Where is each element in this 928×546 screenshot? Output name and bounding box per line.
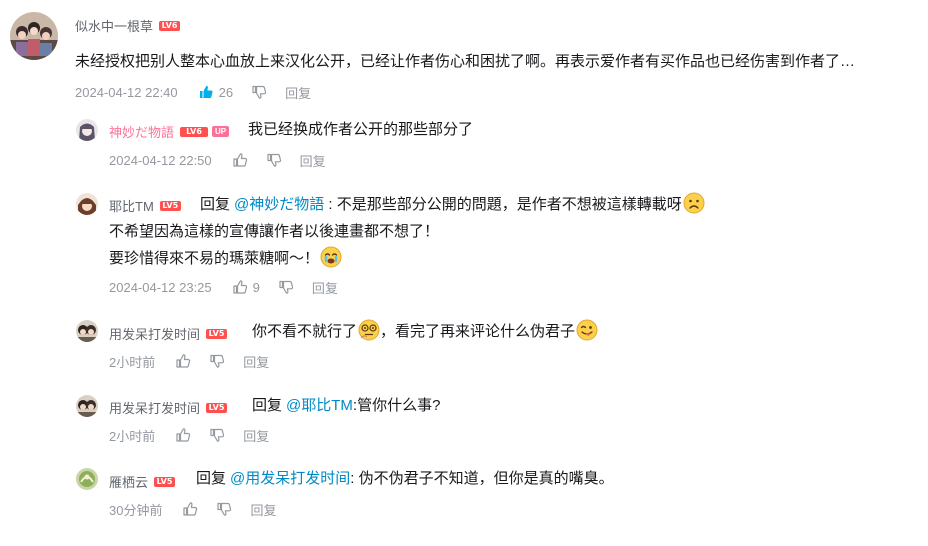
mention-link[interactable]: @神妙だ物語	[234, 196, 324, 213]
like-button[interactable]	[175, 427, 191, 443]
tongue-emoji	[576, 319, 598, 341]
reply-button[interactable]: 回复	[300, 151, 326, 170]
avatar[interactable]	[76, 193, 98, 215]
thumbs-up-icon[interactable]	[175, 353, 191, 369]
reply-meta: 30分钟前 回复	[109, 500, 276, 518]
like-button[interactable]: 26	[198, 84, 233, 100]
reply-text: 回复 @神妙だ物語 : 不是那些部分公開的問題，是作者不想被這樣轉載呀	[200, 192, 705, 217]
reply-text: 我已经换成作者公开的那些部分了	[248, 121, 474, 138]
reply-meta: 2小时前 回复	[109, 352, 269, 370]
reply-username[interactable]: 用发呆打发时间 LV5	[109, 398, 228, 417]
reply-username[interactable]: 神妙だ物語 LV6 UP	[109, 122, 230, 141]
sad-emoji	[683, 192, 705, 214]
thumbs-up-icon[interactable]	[232, 279, 248, 295]
avatar[interactable]	[76, 119, 98, 141]
reply-button[interactable]: 回复	[243, 352, 269, 371]
dislike-button[interactable]	[209, 353, 225, 369]
like-button[interactable]	[182, 501, 198, 517]
dislike-button[interactable]	[209, 427, 225, 443]
dislike-button[interactable]	[251, 84, 267, 100]
level-badge: LV5	[206, 402, 228, 413]
reply-prefix: 回复	[252, 397, 283, 414]
like-button[interactable]	[232, 152, 248, 168]
thumbs-up-icon[interactable]	[182, 501, 198, 517]
comment-time: 30分钟前	[109, 502, 163, 518]
like-count: 9	[252, 279, 260, 295]
reply-username[interactable]: 用发呆打发时间 LV5	[109, 324, 228, 343]
comment-time: 2小时前	[109, 354, 156, 370]
thumbs-down-icon[interactable]	[216, 501, 232, 517]
level-badge: LV6	[180, 126, 209, 137]
comment-time: 2024-04-12 22:50	[109, 152, 212, 168]
thumbs-down-icon[interactable]	[266, 152, 282, 168]
reply-prefix: 回复	[196, 470, 227, 487]
up-badge: UP	[212, 126, 230, 137]
level-badge: LV6	[159, 20, 181, 31]
mention-link[interactable]: @耶比TM	[286, 397, 353, 414]
reply-text-line: 要珍惜得來不易的瑪萊糖啊～！	[109, 246, 342, 271]
dislike-button[interactable]	[278, 279, 294, 295]
level-badge: LV5	[206, 328, 228, 339]
avatar[interactable]	[76, 468, 98, 490]
reply-text: 回复 @耶比TM:管你什么事?	[252, 397, 441, 414]
reply-text: 你不看不就行了 ，看完了再来评论什么伪君子	[252, 319, 598, 344]
like-button[interactable]: 9	[232, 279, 260, 295]
reply-text-line: 不希望因為這樣的宣傳讓作者以後連畫都不想了！	[109, 223, 440, 240]
main-comment-username[interactable]: 似水中一根草 LV6	[75, 16, 181, 35]
reply-username[interactable]: 雁栖云 LV5	[109, 472, 176, 491]
thumbs-up-icon[interactable]	[198, 84, 214, 100]
reply-meta: 2024-04-12 22:50 回复	[109, 151, 326, 169]
reply-button[interactable]: 回复	[285, 83, 311, 102]
comment-time: 2024-04-12 22:40	[75, 84, 178, 100]
level-badge: LV5	[159, 200, 181, 211]
dislike-button[interactable]	[266, 152, 282, 168]
thumbs-down-icon[interactable]	[278, 279, 294, 295]
comment-time: 2小时前	[109, 428, 156, 444]
level-badge: LV5	[154, 476, 176, 487]
like-button[interactable]	[175, 353, 191, 369]
doubt-emoji	[358, 319, 380, 341]
like-count: 26	[218, 84, 234, 100]
avatar[interactable]	[76, 320, 98, 342]
thumbs-up-icon[interactable]	[232, 152, 248, 168]
comment-time: 2024-04-12 23:25	[109, 279, 212, 295]
reply-button[interactable]: 回复	[250, 500, 276, 519]
reply-prefix: 回复	[200, 196, 231, 213]
thumbs-down-icon[interactable]	[209, 353, 225, 369]
mention-link[interactable]: @用发呆打发时间	[230, 470, 350, 487]
avatar[interactable]	[10, 12, 58, 60]
thumbs-up-icon[interactable]	[175, 427, 191, 443]
reply-button[interactable]: 回复	[243, 426, 269, 445]
avatar[interactable]	[76, 395, 98, 417]
crying-emoji	[320, 246, 342, 268]
main-comment-meta: 2024-04-12 22:40 26 回复	[75, 83, 311, 101]
reply-meta: 2小时前 回复	[109, 426, 269, 444]
reply-username[interactable]: 耶比TM LV5	[109, 196, 181, 215]
thumbs-down-icon[interactable]	[209, 427, 225, 443]
reply-text: 回复 @用发呆打发时间: 伪不伪君子不知道，但你是真的嘴臭。	[196, 470, 614, 487]
main-comment-text: 未经授权把别人整本心血放上来汉化公开，已经让作者伤心和困扰了啊。再表示爱作者有买…	[75, 53, 856, 70]
reply-meta: 2024-04-12 23:25 9 回复	[109, 278, 338, 296]
reply-button[interactable]: 回复	[312, 278, 338, 297]
thumbs-down-icon[interactable]	[251, 84, 267, 100]
dislike-button[interactable]	[216, 501, 232, 517]
